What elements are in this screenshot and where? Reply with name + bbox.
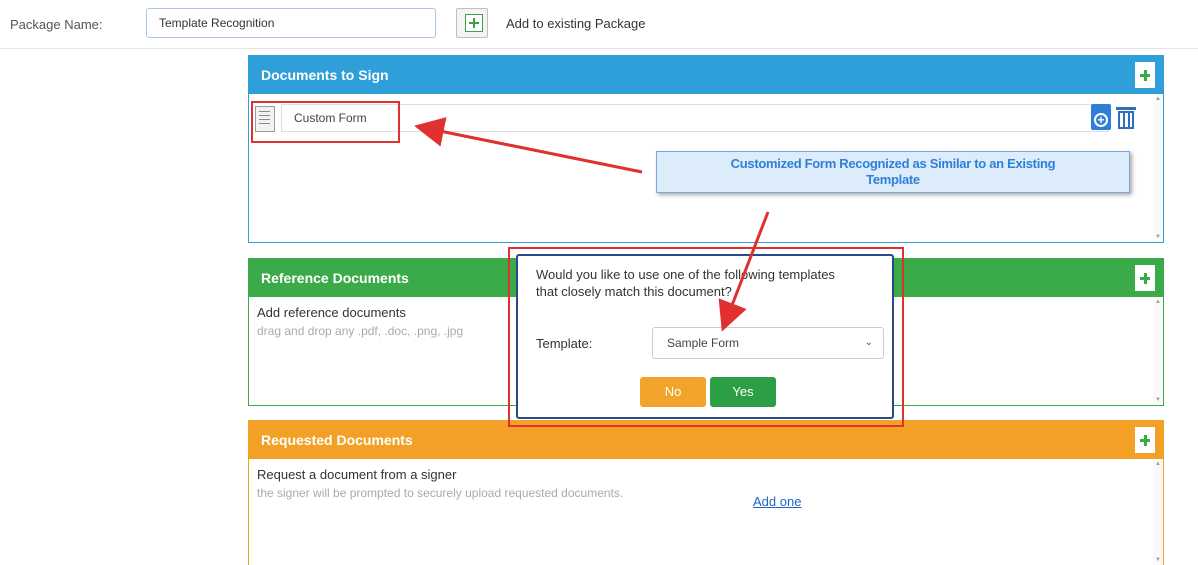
plus-icon	[465, 14, 483, 32]
requested-scrollbar[interactable]: ▲ ▼	[1153, 459, 1163, 565]
template-select[interactable]: Sample Form ⌄	[652, 327, 884, 359]
reference-scrollbar[interactable]: ▲ ▼	[1153, 297, 1163, 405]
add-request-icon[interactable]	[1135, 427, 1155, 453]
add-to-package-button[interactable]	[456, 8, 488, 38]
custom-form-highlight	[251, 101, 400, 143]
documents-to-sign-title: Documents to Sign	[261, 67, 389, 83]
documents-to-sign-header: Documents to Sign	[249, 56, 1163, 94]
add-one-link[interactable]: Add one	[753, 494, 801, 509]
add-file-icon[interactable]: +	[1091, 104, 1111, 130]
trash-icon[interactable]	[1115, 104, 1137, 130]
add-to-existing-package-label: Add to existing Package	[506, 16, 646, 31]
chevron-down-icon: ⌄	[864, 337, 873, 348]
request-instructions: Request a document from a signer	[257, 467, 457, 482]
reference-hint: drag and drop any .pdf, .doc, .png, .jpg	[257, 324, 464, 338]
requested-documents-title: Requested Documents	[261, 432, 413, 448]
package-name-input[interactable]	[146, 8, 436, 38]
callout-line-2: Template	[866, 172, 920, 187]
documents-scrollbar[interactable]: ▲ ▼	[1153, 94, 1163, 242]
yes-button[interactable]: Yes	[710, 377, 776, 407]
package-name-label: Package Name:	[10, 17, 103, 32]
no-button[interactable]: No	[640, 377, 706, 407]
add-document-icon[interactable]	[1135, 62, 1155, 88]
template-selected-value: Sample Form	[667, 336, 740, 350]
callout-line-1: Customized Form Recognized as Similar to…	[730, 156, 1056, 171]
annotation-callout: Customized Form Recognized as Similar to…	[656, 151, 1130, 193]
document-name-field[interactable]: Custom Form	[281, 104, 1109, 132]
reference-documents-title: Reference Documents	[261, 270, 409, 286]
template-label: Template:	[536, 336, 593, 351]
template-match-dialog: Would you like to use one of the followi…	[516, 254, 894, 419]
documents-to-sign-panel: Documents to Sign Custom Form + ▲ ▼	[248, 55, 1164, 243]
dialog-question: Would you like to use one of the followi…	[536, 267, 835, 299]
requested-documents-panel: Requested Documents Request a document f…	[248, 420, 1164, 565]
header-divider	[0, 48, 1198, 49]
request-hint: the signer will be prompted to securely …	[257, 486, 624, 500]
requested-documents-body: Request a document from a signer the sig…	[249, 459, 1163, 565]
reference-instructions: Add reference documents	[257, 305, 406, 320]
add-reference-icon[interactable]	[1135, 265, 1155, 291]
